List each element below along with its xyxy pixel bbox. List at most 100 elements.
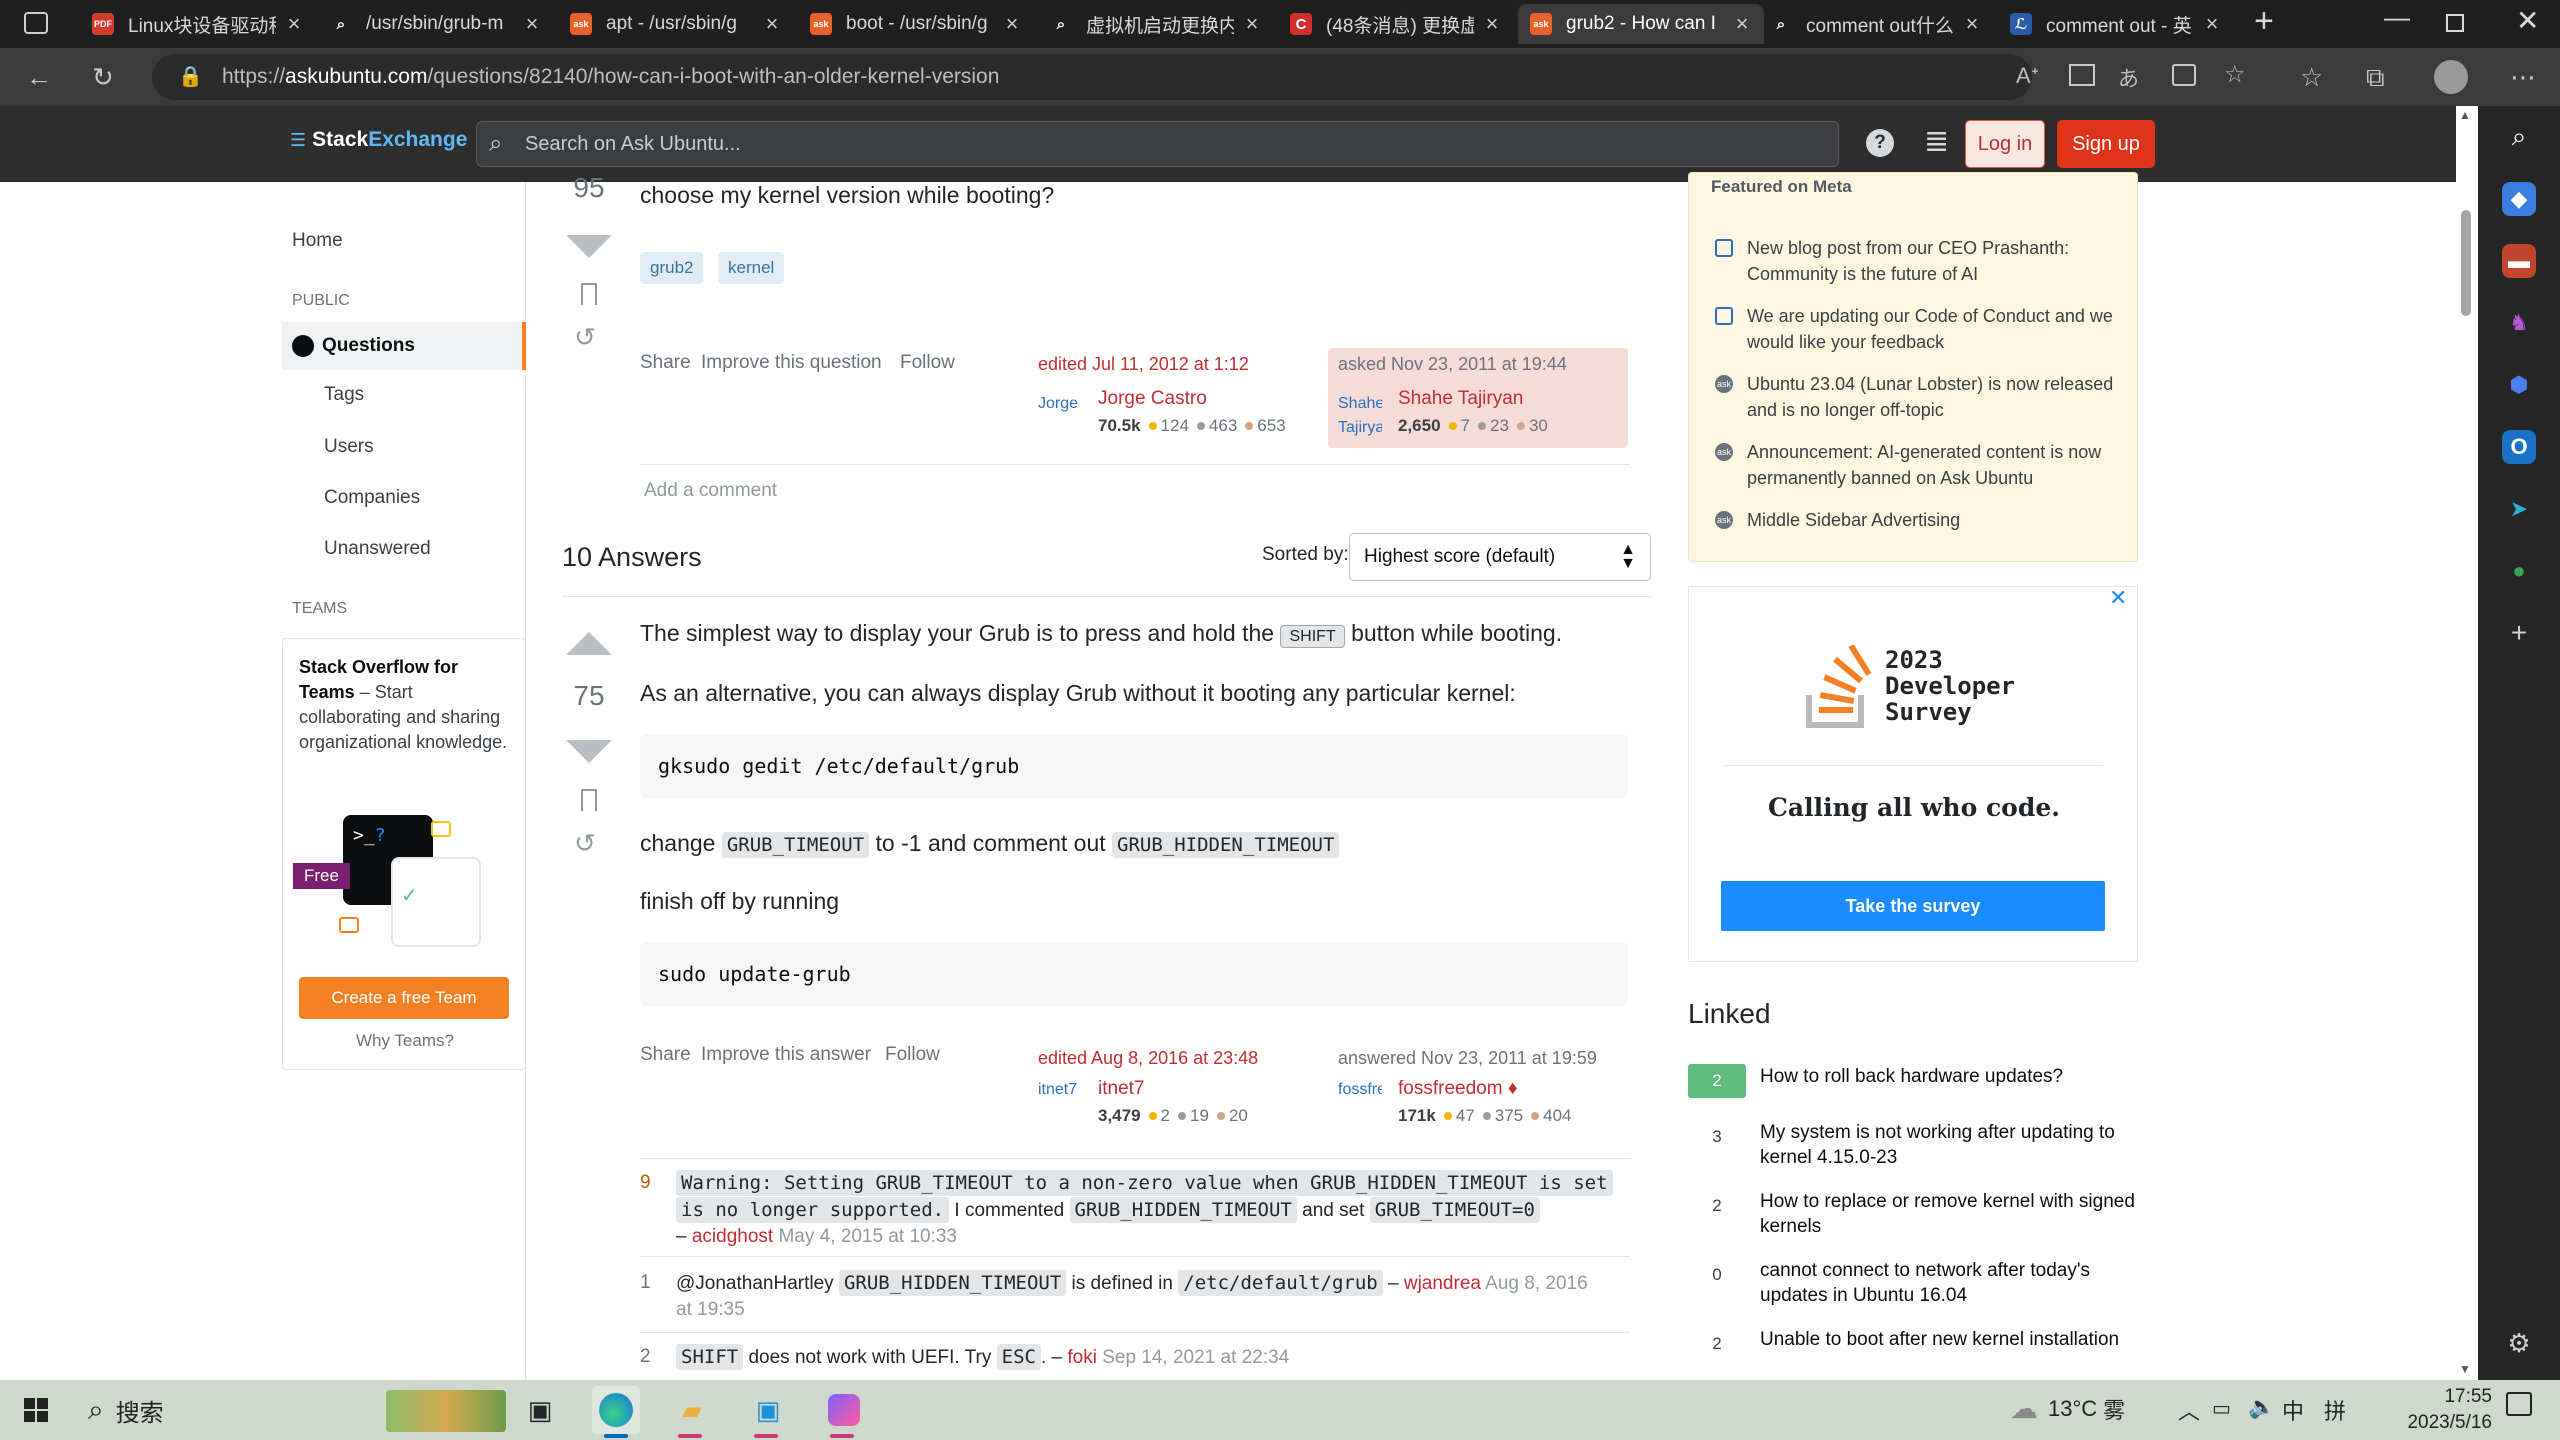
linked-5-title[interactable]: Unable to boot after new kernel installa… xyxy=(1760,1327,2140,1352)
sort-select[interactable]: Highest score (default) ▲ ▼ xyxy=(1349,533,1651,581)
back-icon[interactable]: ← xyxy=(26,48,52,106)
nav-users[interactable]: Users xyxy=(324,436,374,458)
translate-icon[interactable]: あ xyxy=(2118,63,2139,93)
tab-actions-icon[interactable] xyxy=(24,12,48,34)
question-bookmark-icon[interactable] xyxy=(581,283,597,305)
take-survey-button[interactable]: Take the survey xyxy=(1721,881,2105,931)
favorites-icon[interactable]: ☆ xyxy=(2300,48,2323,106)
scroll-down-icon[interactable]: ▼ xyxy=(2459,1362,2471,1376)
browser-tab[interactable]: ⌕ 虚拟机启动更换内 × xyxy=(1038,4,1274,44)
meta-item-1[interactable]: New blog post from our CEO Prashanth: Co… xyxy=(1715,235,2117,287)
linked-3-title[interactable]: How to replace or remove kernel with sig… xyxy=(1760,1189,2140,1239)
refresh-icon[interactable]: ↻ xyxy=(92,48,114,106)
browser-tab[interactable]: ask apt - /usr/sbin/g × xyxy=(558,4,794,44)
collections-icon[interactable]: ⧉ xyxy=(2366,48,2385,106)
app-available-icon[interactable] xyxy=(2069,64,2095,86)
question-follow-link[interactable]: Follow xyxy=(900,352,955,374)
browser-tab[interactable]: ⌕ /usr/sbin/grub-m × xyxy=(318,4,554,44)
search-input[interactable]: ⌕ Search on Ask Ubuntu... xyxy=(476,121,1839,167)
editor-label[interactable]: edited Jul 11, 2012 at 1:12 xyxy=(1038,354,1249,375)
question-share-link[interactable]: Share xyxy=(640,352,691,374)
task-view-icon[interactable]: ▣ xyxy=(516,1386,564,1434)
answer-upvote-icon[interactable] xyxy=(566,632,612,655)
read-aloud-icon[interactable]: Aᐩ xyxy=(2016,63,2039,89)
tray-chevron-icon[interactable]: ︿ xyxy=(2178,1394,2200,1426)
comment-3-user[interactable]: foki xyxy=(1067,1347,1097,1368)
answer-follow-link[interactable]: Follow xyxy=(885,1044,940,1066)
ime-layout[interactable]: 拼 xyxy=(2324,1394,2346,1426)
owner-name[interactable]: Shahe Tajiryan xyxy=(1398,388,1523,410)
split-screen-icon[interactable] xyxy=(2172,64,2196,86)
tag-grub2[interactable]: grub2 xyxy=(640,252,704,284)
new-tab-icon[interactable]: + xyxy=(2254,2,2274,41)
sidebar-tools-icon[interactable]: ▬ xyxy=(2502,244,2536,278)
answer-editor-name[interactable]: itnet7 xyxy=(1098,1078,1144,1100)
comment-2-date-cont[interactable]: at 19:35 xyxy=(676,1299,745,1320)
more-icon[interactable]: ⋯ xyxy=(2510,48,2536,106)
sidebar-tag-icon[interactable]: ◆ xyxy=(2502,182,2536,216)
linked-1-title[interactable]: How to roll back hardware updates? xyxy=(1760,1064,2140,1089)
tab-close-icon[interactable]: × xyxy=(1962,11,1982,37)
sidebar-tree-icon[interactable]: ● xyxy=(2502,554,2536,588)
scrollbar-thumb[interactable] xyxy=(2461,210,2471,316)
answer-share-link[interactable]: Share xyxy=(640,1044,691,1066)
browser-tab[interactable]: ask boot - /usr/sbin/g × xyxy=(798,4,1034,44)
lock-icon[interactable]: 🔒 xyxy=(178,64,203,89)
tab-close-icon[interactable]: × xyxy=(1242,11,1262,37)
comment-1-user[interactable]: acidghost xyxy=(692,1226,773,1247)
tag-kernel[interactable]: kernel xyxy=(718,252,785,284)
browser-tab[interactable]: ask grub2 - How can I × xyxy=(1518,4,1764,44)
browser-tab[interactable]: C (48条消息) 更换虚 × xyxy=(1278,4,1514,44)
answer-improve-link[interactable]: Improve this answer xyxy=(701,1044,871,1066)
meta-item-5[interactable]: ask Middle Sidebar Advertising xyxy=(1715,507,2117,533)
nav-home[interactable]: Home xyxy=(292,230,343,252)
answerer-name[interactable]: fossfreedom ♦ xyxy=(1398,1078,1518,1100)
nav-questions[interactable]: Questions xyxy=(282,322,526,370)
sidebar-add-icon[interactable]: + xyxy=(2502,616,2536,650)
tab-close-icon[interactable]: × xyxy=(522,11,542,37)
editor-avatar[interactable]: Jorge xyxy=(1038,392,1082,442)
browser-tab[interactable]: PDF Linux块设备驱动程 × xyxy=(80,4,316,44)
answer-editor-label[interactable]: edited Aug 8, 2016 at 23:48 xyxy=(1038,1048,1258,1069)
add-comment-link[interactable]: Add a comment xyxy=(644,480,777,502)
tab-close-icon[interactable]: × xyxy=(284,11,304,37)
tab-close-icon[interactable]: × xyxy=(1002,11,1022,37)
help-icon[interactable]: ? xyxy=(1866,129,1894,157)
stackexchange-logo[interactable]: ☰ StackExchange xyxy=(290,128,467,152)
tray-battery-icon[interactable]: ▭ xyxy=(2212,1396,2231,1421)
sidebar-send-icon[interactable]: ➤ xyxy=(2502,492,2536,526)
site-switcher-icon[interactable]: ≣ xyxy=(1924,124,1949,159)
add-favorite-icon[interactable]: ☆ xyxy=(2224,60,2246,89)
answer-downvote-icon[interactable] xyxy=(566,740,612,763)
tab-close-icon[interactable]: × xyxy=(1482,11,1502,37)
nav-companies[interactable]: Companies xyxy=(324,487,420,509)
comment-3-date[interactable]: Sep 14, 2021 at 22:34 xyxy=(1097,1347,1289,1368)
question-improve-link[interactable]: Improve this question xyxy=(701,352,882,374)
minimize-icon[interactable]: — xyxy=(2384,2,2410,33)
browser-tab[interactable]: ⌕ comment out什么 × xyxy=(1758,4,1994,44)
comment-2-date[interactable]: Aug 8, 2016 xyxy=(1481,1273,1588,1294)
answer-editor-avatar[interactable]: itnet7 xyxy=(1038,1078,1082,1128)
notification-icon[interactable] xyxy=(2506,1392,2532,1416)
editor-name[interactable]: Jorge Castro xyxy=(1098,388,1207,410)
restore-icon[interactable] xyxy=(2446,14,2464,32)
owner-avatar[interactable]: Shahe Tajiryan xyxy=(1338,392,1382,442)
sidebar-games-icon[interactable]: ♞ xyxy=(2502,306,2536,340)
comment-1-date[interactable]: May 4, 2015 at 10:33 xyxy=(773,1226,957,1247)
nav-tags[interactable]: Tags xyxy=(324,384,364,406)
edge-taskbar-icon[interactable] xyxy=(592,1386,640,1434)
meta-item-4[interactable]: ask Announcement: AI-generated content is… xyxy=(1715,439,2117,491)
linked-4-title[interactable]: cannot connect to network after today's … xyxy=(1760,1258,2140,1308)
answer-history-icon[interactable]: ↺ xyxy=(574,828,596,859)
close-window-icon[interactable]: ✕ xyxy=(2516,4,2539,37)
tray-volume-icon[interactable]: 🔈 xyxy=(2248,1394,2275,1420)
tab-close-icon[interactable]: × xyxy=(2202,11,2222,37)
tab-close-icon[interactable]: × xyxy=(1732,11,1752,37)
profile-avatar[interactable] xyxy=(2434,60,2468,94)
create-team-button[interactable]: Create a free Team xyxy=(299,977,509,1019)
ime-mode[interactable]: 中 xyxy=(2282,1394,2304,1426)
ad-close-icon[interactable]: ✕ xyxy=(2109,585,2127,611)
sidebar-settings-icon[interactable]: ⚙ xyxy=(2502,1326,2536,1360)
signup-button[interactable]: Sign up xyxy=(2057,120,2155,168)
question-downvote-icon[interactable] xyxy=(566,235,612,258)
